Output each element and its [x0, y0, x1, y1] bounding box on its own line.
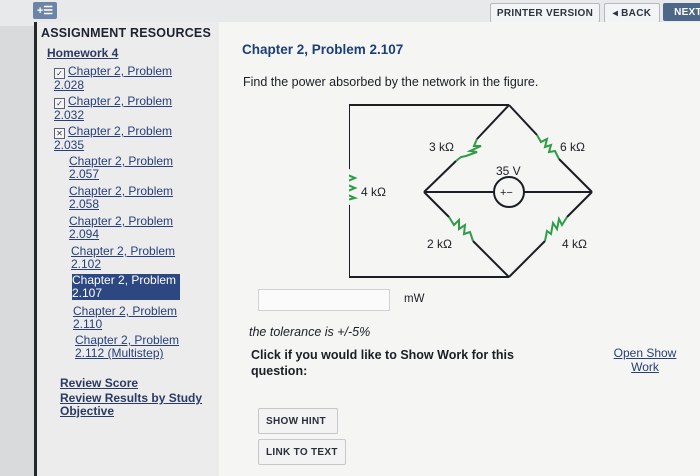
assignment-sidebar: ASSIGNMENT RESOURCES Homework 4 ✓ Chapter… [34, 22, 219, 476]
open-show-work-line2: Work [631, 360, 659, 374]
label-source-voltage: 35 V [496, 164, 521, 178]
next-button[interactable]: NEXT [663, 3, 700, 21]
review-results-line1: Review Results by Study [60, 391, 203, 405]
page-title: Chapter 2, Problem 2.107 [242, 42, 404, 57]
resistor-top-right-6k [536, 134, 560, 160]
problem-link-line2: 2.110 [73, 317, 103, 331]
homework-link[interactable]: Homework 4 [47, 46, 118, 60]
problem-link-2-057[interactable]: Chapter 2, Problem 2.057 [69, 155, 219, 181]
wire-diamond-bottom-right [566, 191, 593, 218]
answer-input[interactable] [258, 289, 390, 311]
problem-link-line1: Chapter 2, Problem [69, 184, 174, 198]
review-score-link[interactable]: Review Score [60, 377, 138, 390]
resistor-bottom-left-2k [448, 216, 474, 242]
problem-link-2-107-current[interactable]: Chapter 2, Problem 2.107 [72, 274, 180, 300]
problem-link-line2: 2.028 [54, 78, 85, 92]
problem-link-2-028[interactable]: ✓ Chapter 2, Problem 2.028 [54, 65, 204, 92]
problem-link-2-032[interactable]: ✓ Chapter 2, Problem 2.032 [54, 95, 204, 122]
problem-link-line1: Chapter 2, Problem [72, 273, 177, 287]
expand-sidebar-button[interactable]: +☰ [33, 2, 57, 19]
problem-link-line2: 2.102 [71, 257, 102, 271]
problem-link-line2: 2.107 [72, 286, 103, 300]
resistor-top-left-3k [455, 138, 482, 162]
review-results-line2: Objective [60, 404, 115, 418]
sidebar-title: ASSIGNMENT RESOURCES [41, 26, 211, 40]
problem-link-line1: Chapter 2, Problem [68, 64, 173, 78]
problem-link-line2: 2.058 [69, 197, 100, 211]
source-polarity-symbol: +− [500, 187, 513, 199]
problem-link-line1: Chapter 2, Problem [68, 124, 173, 138]
problem-link-line2: 2.035 [54, 138, 85, 152]
resistor-left-4k [349, 169, 359, 205]
tolerance-text: the tolerance is +/-5% [249, 325, 371, 339]
problem-link-2-102[interactable]: Chapter 2, Problem 2.102 [71, 245, 221, 271]
wire-diamond-bottom-left [423, 191, 450, 218]
open-show-work-link[interactable]: Open Show Work [605, 346, 685, 374]
problem-panel: Chapter 2, Problem 2.107 Find the power … [219, 22, 700, 476]
problem-link-2-035[interactable]: ✕ Chapter 2, Problem 2.035 [54, 125, 204, 152]
label-r-top-left: 3 kΩ [429, 140, 454, 154]
answer-unit: mW [404, 293, 425, 305]
review-results-link[interactable]: Review Results by Study Objective [60, 392, 202, 418]
problem-link-line1: Chapter 2, Problem [69, 214, 174, 228]
show-work-prompt: Click if you would like to Show Work for… [251, 348, 514, 378]
wire-diamond-top-left-lower [423, 160, 457, 193]
label-r-top-right: 6 kΩ [560, 140, 585, 154]
link-to-text-button[interactable]: LINK TO TEXT [258, 439, 346, 465]
problem-link-line2: 2.057 [69, 167, 100, 181]
problem-link-line1: Chapter 2, Problem [68, 94, 173, 108]
question-text: Find the power absorbed by the network i… [243, 75, 539, 89]
wire-diamond-bottom-left-lower [472, 240, 510, 278]
problem-link-2-058[interactable]: Chapter 2, Problem 2.058 [69, 185, 219, 211]
problem-link-line1: Chapter 2, Problem [73, 304, 178, 318]
problem-link-2-094[interactable]: Chapter 2, Problem 2.094 [69, 215, 219, 241]
label-r-bottom-left: 2 kΩ [427, 237, 452, 251]
problem-link-line2: 2.094 [69, 227, 100, 241]
problem-link-line2: 2.112 (Multistep) [75, 346, 164, 360]
wire-diamond-bottom-right-lower [508, 240, 546, 278]
label-r-left: 4 kΩ [361, 185, 386, 199]
problem-link-2-110[interactable]: Chapter 2, Problem 2.110 [73, 305, 223, 331]
circuit-diagram: 4 kΩ 3 kΩ 6 kΩ 2 kΩ 4 kΩ 35 V +− [349, 104, 593, 278]
show-hint-button[interactable]: SHOW HINT [258, 408, 338, 434]
wire-diamond-top-right-lower [558, 158, 593, 193]
wire-diamond-top-right [508, 104, 538, 136]
problem-link-line1: Chapter 2, Problem [69, 154, 174, 168]
printer-version-button[interactable]: PRINTER VERSION [490, 3, 600, 23]
problem-link-line2: 2.032 [54, 108, 85, 122]
label-r-bottom-right: 4 kΩ [562, 237, 587, 251]
problem-link-2-112[interactable]: Chapter 2, Problem 2.112 (Multistep) [75, 334, 225, 360]
problem-link-line1: Chapter 2, Problem [75, 333, 180, 347]
sidebar-edge [34, 22, 37, 476]
open-show-work-line1: Open Show [613, 346, 677, 360]
wire-diamond-top-left [476, 104, 510, 140]
problem-link-line1: Chapter 2, Problem [71, 244, 176, 258]
back-button[interactable]: ◂ BACK [604, 3, 660, 23]
